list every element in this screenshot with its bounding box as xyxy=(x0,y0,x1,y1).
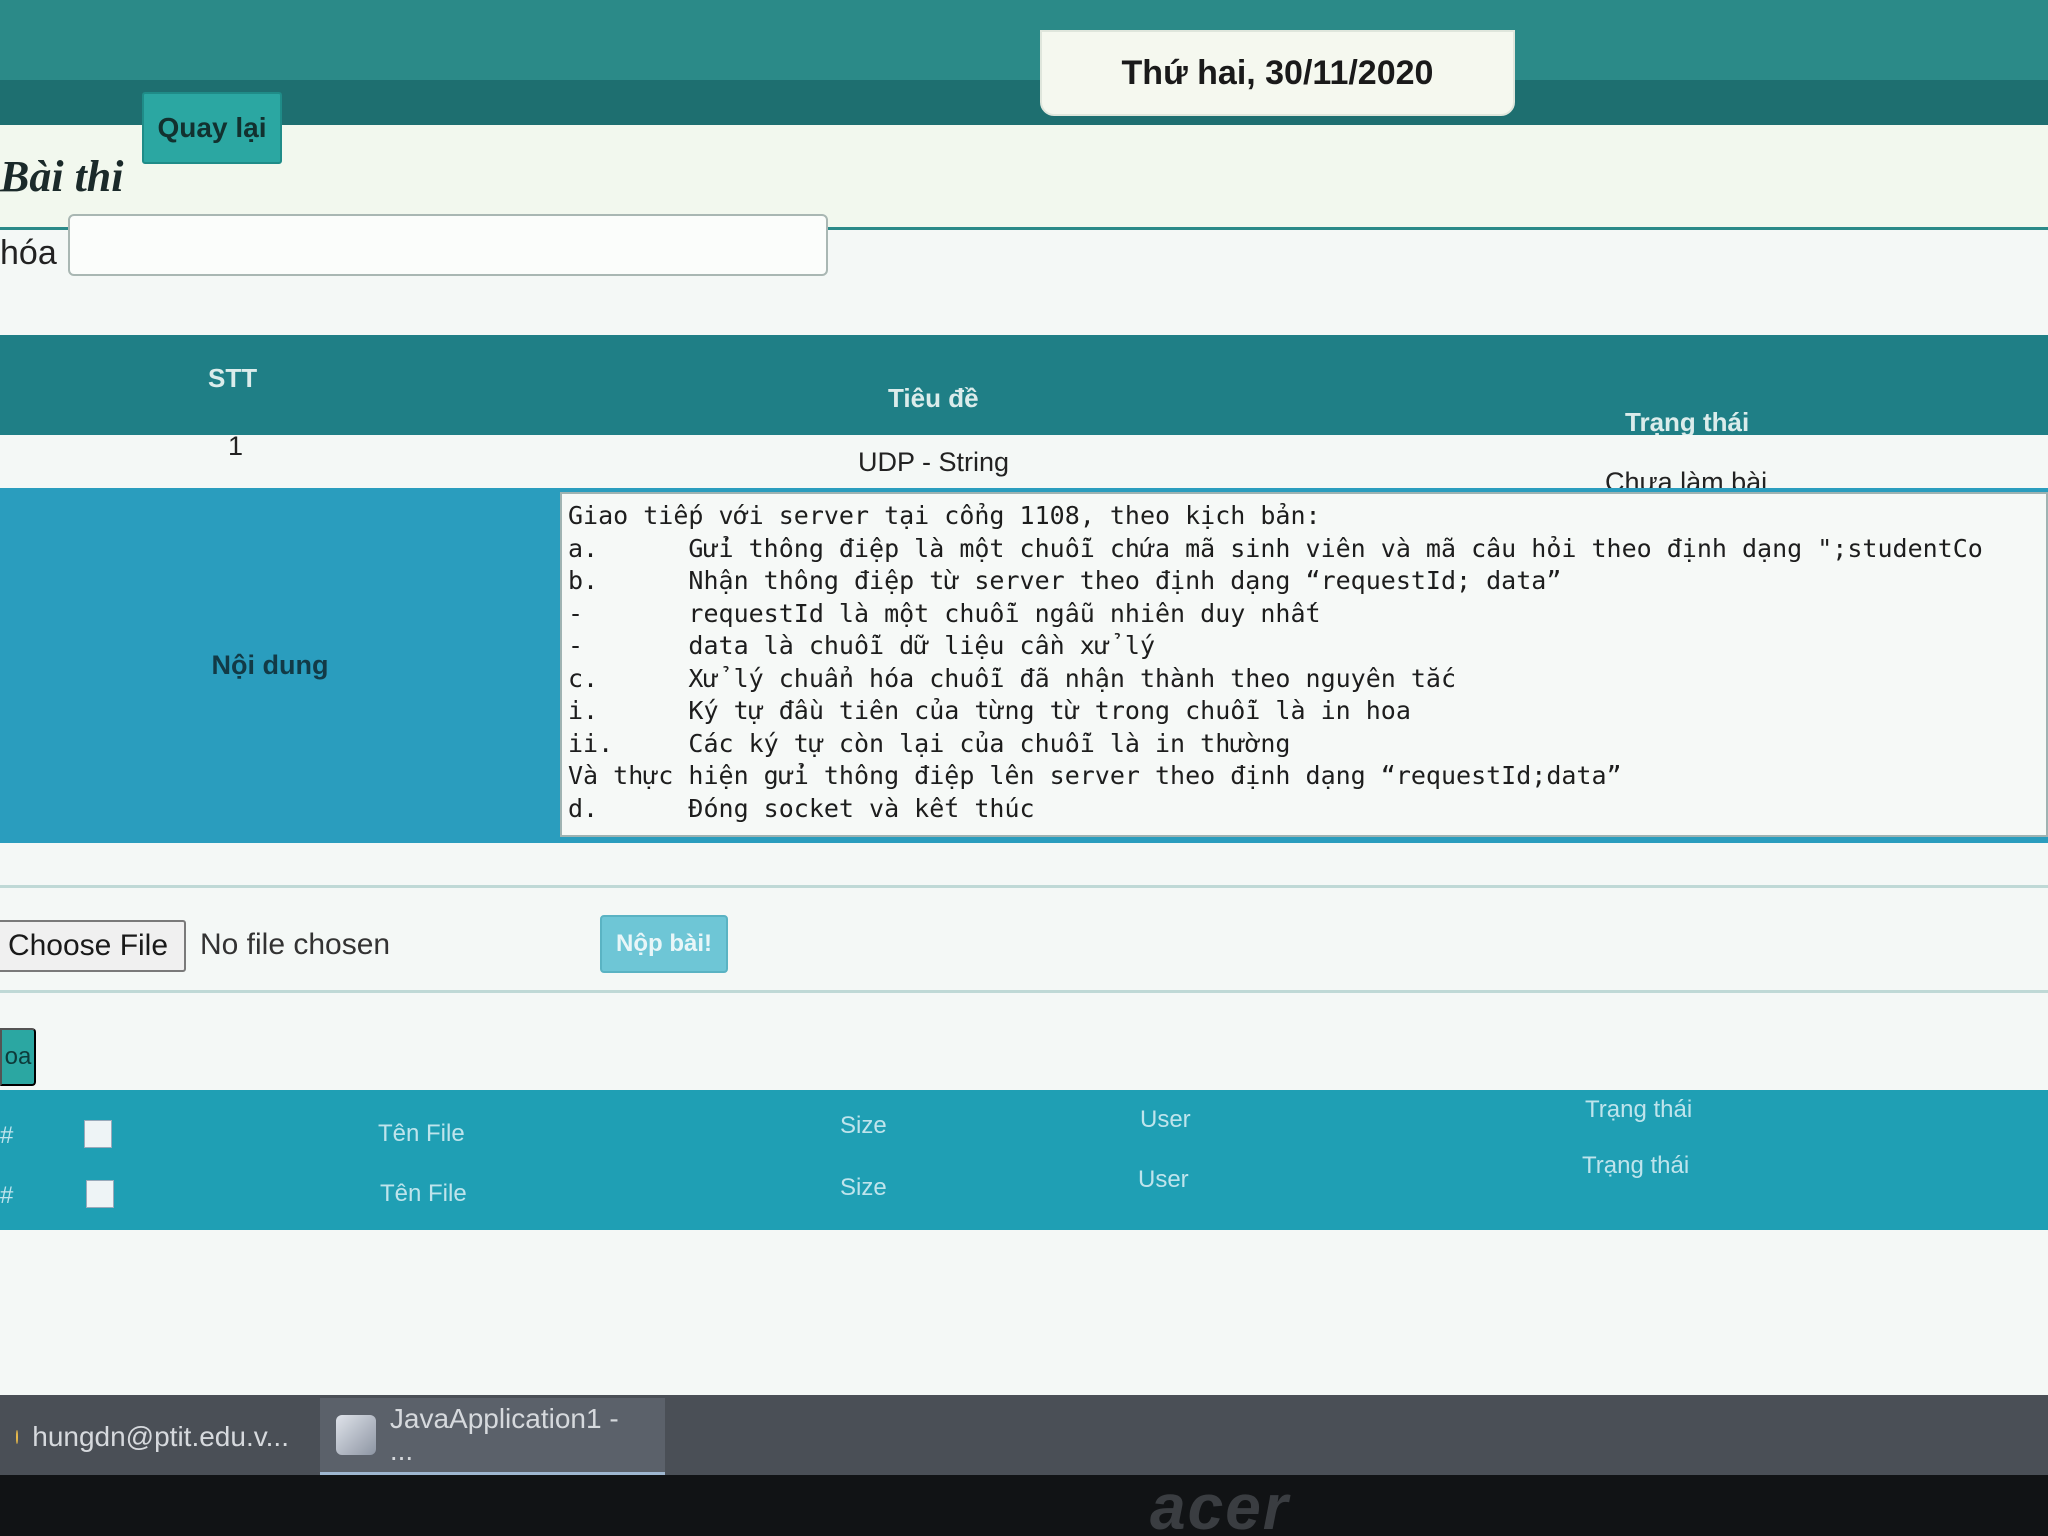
top-banner-lower xyxy=(0,80,2048,125)
filter-label: hóa xyxy=(0,234,57,272)
content-line: ii. Các ký tự còn lại của chuỗi là in th… xyxy=(568,728,1291,758)
divider xyxy=(0,885,2048,888)
taskbar-item-label: hungdn@ptit.edu.v... xyxy=(32,1421,289,1452)
files-col-index: # xyxy=(0,1122,14,1149)
content-line: Giao tiếp với server tại cổng 1108, theo… xyxy=(568,501,1321,530)
files-col-index: # xyxy=(0,1182,14,1209)
monitor-bezel xyxy=(0,1475,2048,1536)
side-button[interactable]: oa xyxy=(0,1028,36,1086)
date-text: Thứ hai, 30/11/2020 xyxy=(1121,53,1434,92)
files-col-status: Trạng thái xyxy=(1585,1096,1693,1123)
submit-button[interactable]: Nộp bài! xyxy=(600,915,728,973)
content-line: - requestId là một chuỗi ngẫu nhiên duy … xyxy=(568,598,1321,628)
back-button[interactable]: Quay lại xyxy=(142,92,282,164)
row-title: UDP - String xyxy=(858,447,1010,477)
monitor-brand-logo: acer xyxy=(1150,1471,1290,1536)
browser-icon xyxy=(16,1430,19,1444)
files-col-size: Size xyxy=(840,1112,887,1139)
files-col-status: Trạng thái xyxy=(1582,1152,1690,1179)
choose-file-button[interactable]: Choose File xyxy=(0,920,186,972)
files-table-footer-row: # Tên File Size User Trạng thái xyxy=(0,1150,2048,1210)
files-col-size: Size xyxy=(840,1174,887,1201)
filter-input[interactable] xyxy=(68,214,828,276)
content-line: i. Ký tự đầu tiên của từng từ trong chuỗ… xyxy=(568,696,1411,725)
application-icon xyxy=(336,1415,376,1455)
row-stt: 1 xyxy=(228,431,244,461)
column-header-stt: STT xyxy=(208,363,258,393)
files-table: # Tên File Size User Trạng thái # Tên Fi… xyxy=(0,1090,2048,1230)
content-line: - data là chuỗi dữ liệu cần xử lý xyxy=(568,631,1155,660)
column-header-title: Tiêu đề xyxy=(888,383,979,413)
content-line: b. Nhận thông điệp từ server theo định d… xyxy=(568,566,1562,595)
taskbar xyxy=(0,1395,2048,1475)
content-line: a. Gửi thông điệp là một chuỗi chứa mã s… xyxy=(568,533,1983,563)
question-content-box[interactable]: Giao tiếp với server tại cổng 1108, theo… xyxy=(560,492,2048,837)
content-line: d. Đóng socket và kết thúc xyxy=(568,793,1035,823)
table-row[interactable]: 1 UDP - String Chưa làm bài xyxy=(0,431,2048,497)
content-line: c. Xử lý chuẩn hóa chuỗi đã nhận thành t… xyxy=(568,663,1457,693)
file-status-text: No file chosen xyxy=(200,928,391,961)
page-title: Bài thi xyxy=(0,152,124,201)
select-all-checkbox[interactable] xyxy=(84,1120,112,1148)
divider xyxy=(0,990,2048,993)
content-label-cell: Nội dung xyxy=(0,488,540,843)
date-display: Thứ hai, 30/11/2020 xyxy=(1040,30,1515,116)
content-line: Và thực hiện gửi thông điệp lên server t… xyxy=(568,761,1622,790)
content-label: Nội dung xyxy=(211,650,329,680)
exam-table-header: STT Tiêu đề Trạng thái xyxy=(0,335,2048,437)
taskbar-item-label: JavaApplication1 - ... xyxy=(389,1403,619,1466)
files-table-header-row: # Tên File Size User Trạng thái xyxy=(0,1090,2048,1150)
taskbar-item-java-app[interactable]: JavaApplication1 - ... xyxy=(320,1398,665,1476)
column-header-status: Trạng thái xyxy=(1625,407,1750,437)
files-col-name: Tên File xyxy=(380,1180,467,1207)
select-all-checkbox[interactable] xyxy=(86,1180,114,1208)
screen: Thứ hai, 30/11/2020 Bài thi Quay lại hóa… xyxy=(0,0,2048,1400)
files-col-user: User xyxy=(1140,1106,1191,1133)
files-col-name: Tên File xyxy=(378,1120,465,1147)
files-col-user: User xyxy=(1138,1166,1189,1193)
taskbar-item-browser[interactable]: hungdn@ptit.edu.v... xyxy=(0,1398,305,1476)
